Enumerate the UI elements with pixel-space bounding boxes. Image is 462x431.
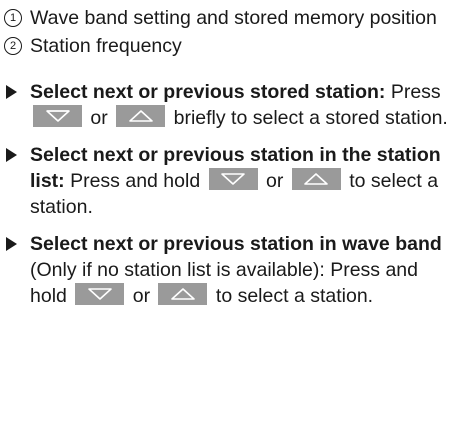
down-arrow-key-icon <box>75 283 125 305</box>
step-title: Select next or previous station in wave … <box>30 233 442 255</box>
step-text: Press and hold <box>64 170 201 192</box>
step-marker-icon <box>6 237 17 251</box>
or-text: or <box>132 285 151 307</box>
legend-text-1: Wave band setting and stored memory posi… <box>30 7 437 29</box>
step-marker-icon <box>6 85 17 99</box>
legend-item-1: 1 Wave band setting and stored memory po… <box>4 5 454 31</box>
step-marker-icon <box>6 148 17 162</box>
step-wave-band: Select next or previous station in wave … <box>4 231 454 309</box>
or-text: or <box>90 107 108 129</box>
legend-text-2: Station frequency <box>30 35 182 57</box>
down-arrow-key-icon <box>33 105 82 127</box>
legend: 1 Wave band setting and stored memory po… <box>4 5 454 59</box>
step-text: Press <box>385 81 441 103</box>
callout-number-1: 1 <box>4 9 22 27</box>
up-arrow-key-icon <box>116 105 166 127</box>
or-text: or <box>266 170 284 192</box>
down-arrow-key-icon <box>208 168 258 190</box>
step-text-end: to select a station. <box>215 285 374 307</box>
step-stored-station: Select next or previous stored station: … <box>4 79 454 131</box>
step-text-end: briefly to select a stored station. <box>173 107 448 129</box>
step-station-list: Select next or previous station in the s… <box>4 142 454 220</box>
document-page: 1 Wave band setting and stored memory po… <box>0 0 462 431</box>
instruction-steps: Select next or previous stored station: … <box>4 79 454 309</box>
step-title: Select next or previous stored station: <box>30 81 386 103</box>
up-arrow-key-icon <box>291 168 341 190</box>
legend-item-2: 2 Station frequency <box>4 33 454 59</box>
up-arrow-key-icon <box>158 283 208 305</box>
callout-number-2: 2 <box>4 37 22 55</box>
